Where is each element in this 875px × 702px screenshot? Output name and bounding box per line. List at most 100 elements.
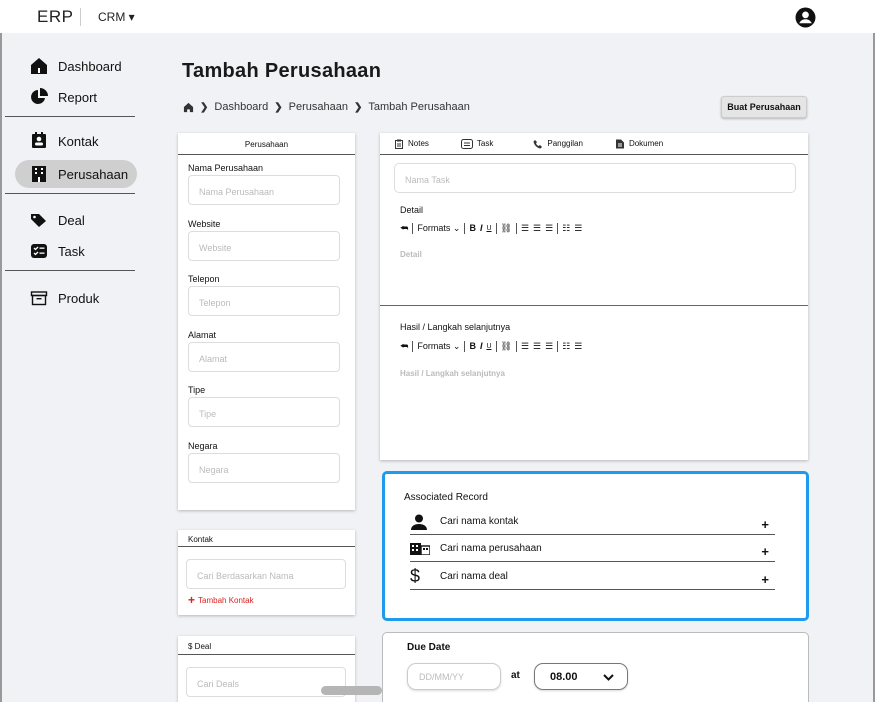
toolbar-separator (495, 340, 497, 352)
contact-search-input[interactable]: Cari Berdasarkan Nama (186, 559, 346, 589)
sidebar-item-label: Task (58, 243, 85, 259)
sidebar-item-kontak[interactable]: Kontak (30, 130, 98, 152)
due-date-input[interactable]: DD/MM/YY (407, 663, 501, 690)
result-editor[interactable]: Hasil / Langkah selanjutnya (400, 369, 505, 378)
tab-task[interactable]: Task (460, 138, 493, 149)
add-contact-plus-icon[interactable]: + (761, 517, 769, 532)
field-label: Alamat (188, 330, 217, 340)
formats-dropdown[interactable]: Formats ⌄ (417, 341, 460, 352)
italic-icon[interactable]: I (480, 223, 483, 233)
associated-deal-row[interactable]: $ Cari nama deal + (410, 564, 775, 590)
numbered-list-icon[interactable]: ☰ (574, 341, 582, 352)
app-logo[interactable]: ERP (37, 7, 73, 27)
detail-label: Detail (400, 205, 424, 215)
formats-label: Formats (417, 340, 451, 351)
module-dropdown[interactable]: CRM ▾ (98, 10, 135, 24)
align-left-icon[interactable]: ☰ (521, 223, 529, 234)
add-deal-plus-icon[interactable]: + (761, 572, 769, 587)
activity-card: Notes Task Panggilan Dokumen Nama Task D… (380, 133, 808, 460)
result-label: Hasil / Langkah selanjutnya (400, 322, 511, 332)
align-center-icon[interactable]: ☰ (533, 341, 541, 352)
sidebar-item-label: Deal (58, 212, 85, 228)
align-right-icon[interactable]: ☰ (545, 223, 553, 234)
toolbar-separator (515, 340, 517, 352)
tab-panggilan[interactable]: Panggilan (533, 139, 583, 149)
bold-icon[interactable]: B (469, 223, 476, 233)
tab-label: Dokumen (628, 139, 664, 148)
align-center-icon[interactable]: ☰ (533, 223, 541, 234)
task-icon (460, 138, 473, 149)
at-label: at (511, 670, 520, 681)
sidebar-divider (5, 116, 135, 117)
home-icon (30, 57, 48, 75)
undo-icon[interactable]: ⮪ (400, 223, 408, 234)
country-input[interactable]: Negara (188, 453, 340, 483)
sidebar-item-task[interactable]: Task (30, 240, 85, 262)
contact-card-icon (30, 132, 48, 150)
clipboard-icon (395, 139, 403, 149)
phone-input[interactable]: Telepon (188, 286, 340, 316)
task-name-input[interactable]: Nama Task (394, 163, 796, 193)
formats-dropdown[interactable]: Formats ⌄ (417, 223, 460, 234)
align-right-icon[interactable]: ☰ (545, 341, 553, 352)
breadcrumb-perusahaan[interactable]: Perusahaan (289, 101, 348, 113)
link-icon[interactable]: ⛓ (501, 223, 512, 234)
archive-box-icon (30, 289, 48, 307)
activity-tabs: Notes Task Panggilan Dokumen (380, 133, 808, 155)
tab-label: Notes (408, 139, 429, 148)
bold-icon[interactable]: B (469, 341, 476, 351)
scrollbar-handle[interactable] (321, 686, 382, 695)
create-company-button[interactable]: Buat Perusahaan (721, 96, 807, 118)
underline-icon[interactable]: U (486, 225, 491, 232)
type-input[interactable]: Tipe (188, 397, 340, 427)
toolbar-separator (464, 340, 466, 352)
associated-record-title: Associated Record (404, 492, 488, 503)
website-input[interactable]: Website (188, 231, 340, 261)
bullet-list-icon[interactable]: ☷ (562, 341, 570, 352)
associated-record-card: Associated Record Cari nama kontak + Car… (382, 471, 809, 621)
result-toolbar: ⮪ Formats ⌄ BIU ⛓ ☰ ☰ ☰ ☷ ☰ (400, 339, 582, 353)
sidebar-item-dashboard[interactable]: Dashboard (30, 55, 122, 77)
field-label: Telepon (188, 274, 220, 284)
detail-editor[interactable]: Detail (400, 250, 422, 259)
tab-notes[interactable]: Notes (394, 139, 429, 149)
logo-divider (80, 8, 81, 26)
address-input[interactable]: Alamat (188, 342, 340, 372)
undo-icon[interactable]: ⮪ (400, 341, 408, 352)
building-icon (410, 542, 440, 555)
underline-icon[interactable]: U (486, 343, 491, 350)
add-company-plus-icon[interactable]: + (761, 544, 769, 559)
numbered-list-icon[interactable]: ☰ (574, 223, 582, 234)
pie-chart-icon (30, 88, 48, 106)
tags-icon (30, 211, 48, 229)
sidebar-divider (5, 270, 135, 271)
toolbar-separator (412, 222, 414, 234)
chevron-right-icon: ❯ (274, 101, 283, 113)
bullet-list-icon[interactable]: ☷ (562, 223, 570, 234)
link-icon[interactable]: ⛓ (501, 341, 512, 352)
top-bar: ERP CRM ▾ (0, 0, 875, 33)
italic-icon[interactable]: I (480, 341, 483, 351)
field-label: Negara (188, 441, 218, 451)
associated-contact-row[interactable]: Cari nama kontak + (410, 509, 775, 535)
breadcrumb: ❯ Dashboard ❯ Perusahaan ❯ Tambah Perusa… (183, 101, 470, 113)
sidebar-item-produk[interactable]: Produk (30, 287, 99, 309)
page-title: Tambah Perusahaan (182, 60, 382, 82)
home-icon[interactable] (183, 102, 194, 113)
sidebar-item-label: Kontak (58, 133, 99, 149)
detail-toolbar: ⮪ Formats ⌄ BIU ⛓ ☰ ☰ ☰ ☷ ☰ (400, 221, 582, 235)
align-left-icon[interactable]: ☰ (521, 341, 529, 352)
tab-dokumen[interactable]: Dokumen (615, 139, 663, 149)
sidebar-item-report[interactable]: Report (30, 86, 97, 108)
chevron-right-icon: ❯ (353, 101, 363, 113)
associated-company-row[interactable]: Cari nama perusahaan + (410, 536, 775, 562)
company-name-input[interactable]: Nama Perusahaan (188, 175, 340, 205)
user-account-icon[interactable] (795, 7, 816, 28)
breadcrumb-dashboard[interactable]: Dashboard (214, 101, 268, 113)
deal-card-header: $ Deal (178, 636, 355, 655)
sidebar-item-perusahaan[interactable]: Perusahaan (15, 160, 137, 188)
phone-icon (533, 139, 543, 148)
sidebar-item-deal[interactable]: Deal (30, 209, 85, 231)
add-contact-link[interactable]: + Tambah Kontak (188, 593, 254, 607)
time-select[interactable]: 08.00 (534, 663, 628, 690)
